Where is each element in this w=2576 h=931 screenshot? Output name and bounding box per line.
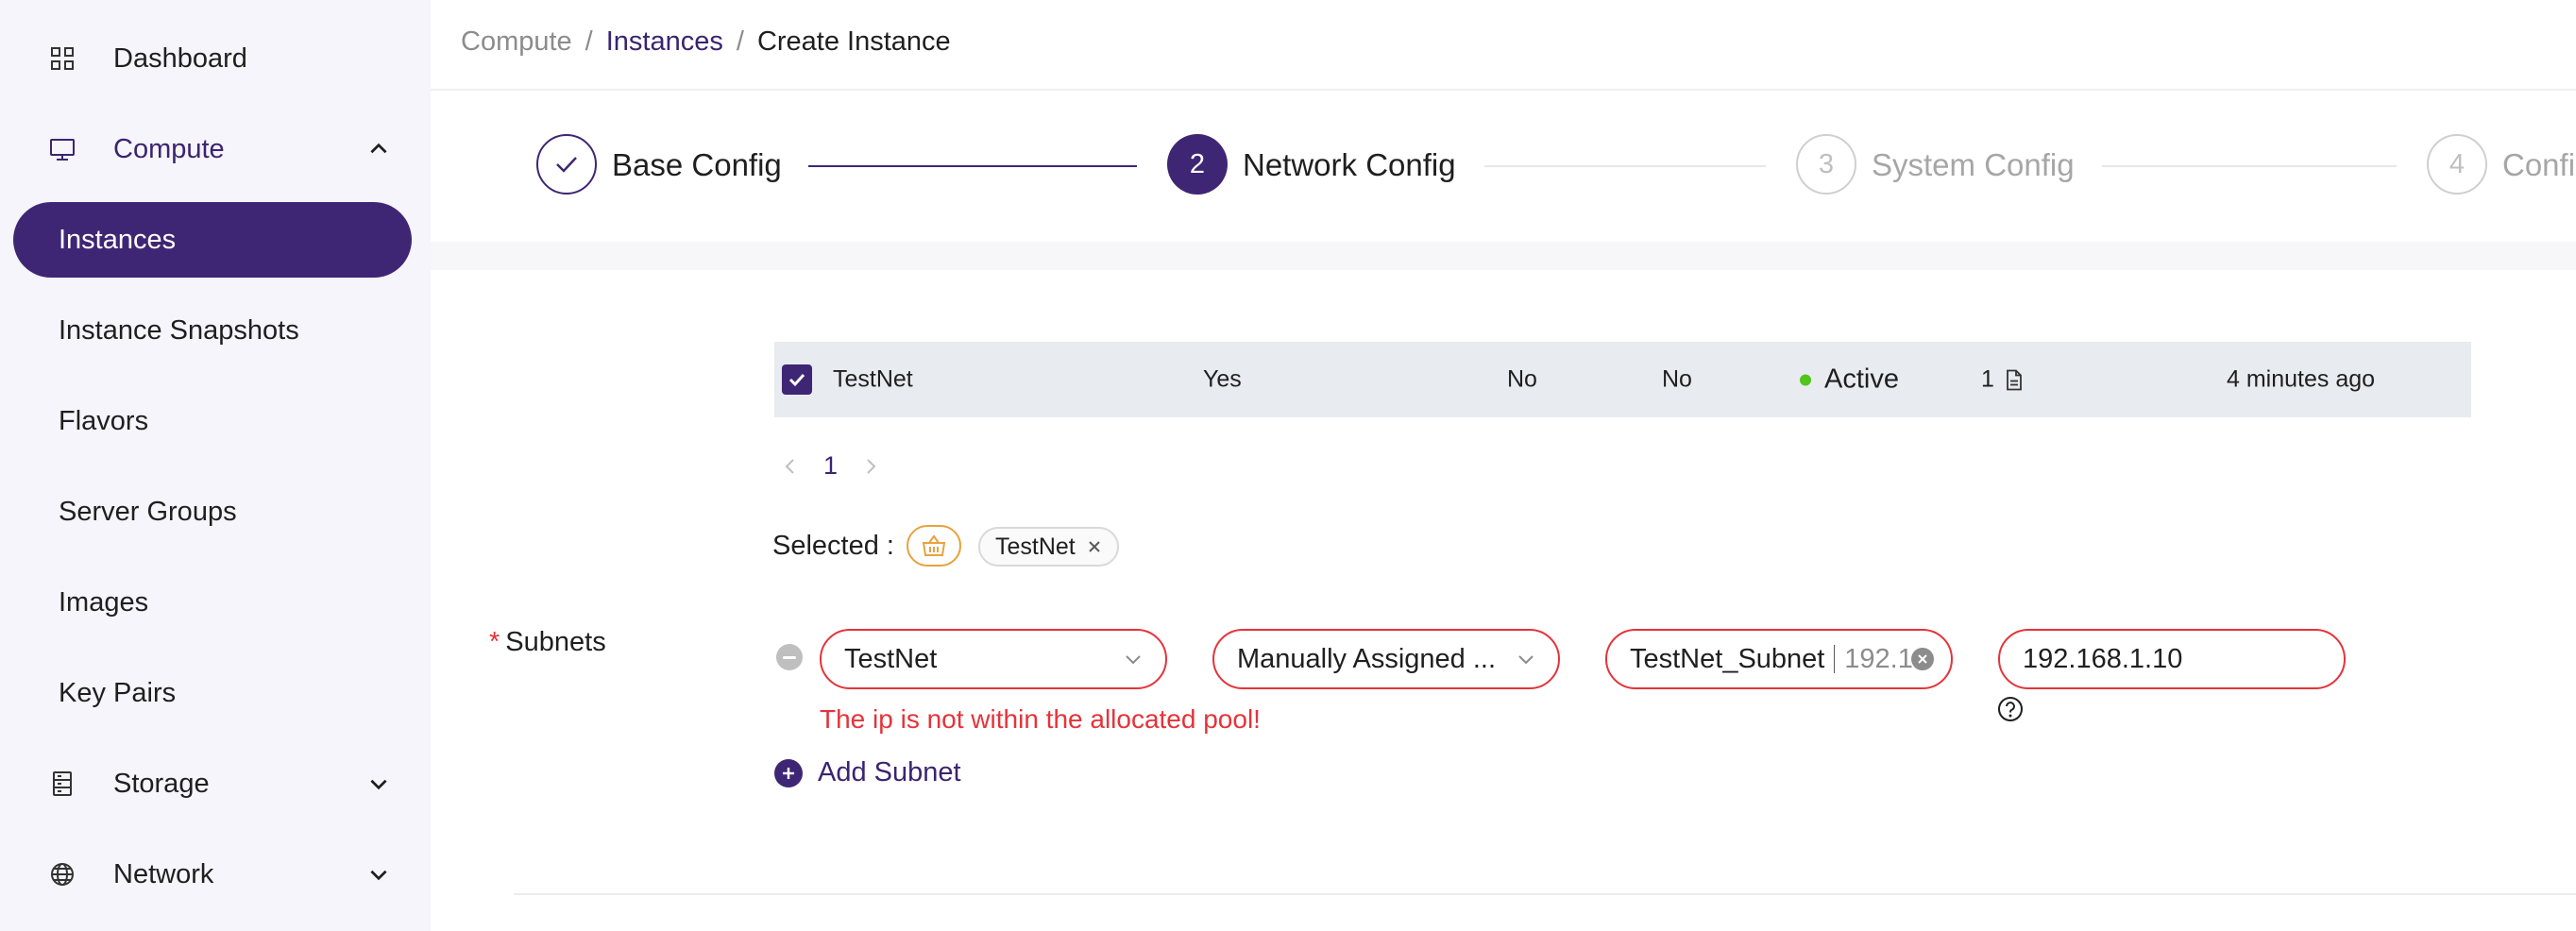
- ip-address-input[interactable]: 192.168.1.10: [1998, 629, 2346, 689]
- chevron-down-icon: [1518, 655, 1534, 665]
- sidebar-item-label: Storage: [113, 768, 210, 799]
- form-divider: [514, 893, 2576, 895]
- cell-created: 4 minutes ago: [2227, 365, 2376, 393]
- ip-address-value: 192.168.1.10: [2023, 643, 2183, 674]
- sidebar-item-label: Images: [59, 586, 149, 618]
- wizard-steps: Base Config 2 Network Config 3 System Co…: [431, 91, 2576, 242]
- sidebar-item-label: Flavors: [59, 405, 149, 436]
- file-icon: [2006, 369, 2022, 391]
- sidebar-item-label: Instances: [59, 224, 177, 255]
- selected-label: Selected :: [772, 531, 894, 561]
- step-title-system-config: System Config: [1872, 147, 2075, 182]
- dashboard-icon: [51, 47, 74, 70]
- step-done-check-icon: [536, 134, 597, 195]
- step-number-pending: 4: [2427, 134, 2487, 195]
- status-dot: [1800, 374, 1811, 386]
- sidebar-item-label: Server Groups: [59, 496, 237, 527]
- chevron-down-icon: [1126, 655, 1141, 665]
- sidebar-item-label: Compute: [113, 133, 225, 164]
- subnet-select-value: TestNet_Subnet: [1630, 643, 1825, 674]
- network-select-value: TestNet: [844, 643, 938, 674]
- breadcrumb-compute[interactable]: Compute: [461, 26, 572, 58]
- chevron-down-icon: [370, 870, 387, 881]
- chevron-up-icon: [370, 143, 387, 154]
- sidebar-item-instance-snapshots[interactable]: Instance Snapshots: [0, 293, 431, 368]
- selected-tag-label: TestNet: [995, 533, 1076, 560]
- breadcrumb-separator: /: [736, 26, 744, 57]
- step-title-base-config: Base Config: [612, 147, 782, 182]
- network-select[interactable]: TestNet: [820, 629, 1167, 689]
- status-text: Active: [1824, 364, 1899, 395]
- subnet-count: 1: [1981, 365, 1994, 393]
- page-number-current[interactable]: 1: [823, 451, 838, 481]
- value-divider: [1834, 645, 1836, 673]
- breadcrumb-current: Create Instance: [756, 26, 951, 57]
- sidebar-item-flavors[interactable]: Flavors: [0, 383, 431, 459]
- clear-icon[interactable]: [1911, 648, 1934, 670]
- pagination: 1: [782, 451, 879, 481]
- subnets-label: * Subnets: [489, 627, 606, 658]
- sidebar-item-dashboard[interactable]: Dashboard: [0, 21, 431, 96]
- ip-error-message: The ip is not within the allocated pool!: [820, 704, 1261, 734]
- sidebar-item-server-groups[interactable]: Server Groups: [0, 474, 431, 550]
- selected-tag: TestNet: [978, 527, 1119, 567]
- add-subnet-button[interactable]: Add Subnet: [774, 757, 961, 788]
- step-connector: [2102, 165, 2397, 167]
- sidebar-item-label: Instance Snapshots: [59, 314, 299, 346]
- sidebar-item-label: Dashboard: [113, 42, 247, 74]
- sidebar-item-label: Network: [113, 858, 214, 889]
- sidebar-item-images[interactable]: Images: [0, 565, 431, 640]
- cell-network-name: TestNet: [833, 365, 913, 393]
- row-checkbox[interactable]: [782, 364, 812, 395]
- subnets-label-text: Subnets: [505, 627, 606, 657]
- plus-icon: [774, 758, 803, 787]
- sidebar-item-storage[interactable]: Storage: [0, 746, 431, 821]
- add-subnet-label: Add Subnet: [818, 757, 961, 787]
- step-connector: [1484, 165, 1766, 167]
- globe-icon: [51, 863, 74, 886]
- status-badge: Active: [1800, 364, 1899, 396]
- sidebar-item-key-pairs[interactable]: Key Pairs: [0, 655, 431, 731]
- sidebar-item-network[interactable]: Network: [0, 837, 431, 912]
- breadcrumb: Compute / Instances / Create Instance: [461, 26, 951, 58]
- prev-page-icon[interactable]: [782, 456, 799, 477]
- section-separator: [431, 242, 2576, 270]
- subnet-select[interactable]: TestNet_Subnet 192.16: [1605, 629, 1953, 689]
- sidebar-item-compute[interactable]: Compute: [0, 111, 431, 187]
- step-connector: [808, 165, 1137, 167]
- breadcrumb-separator: /: [585, 26, 593, 57]
- ip-assign-select-value: Manually Assigned ...: [1237, 643, 1497, 674]
- required-mark: *: [489, 627, 500, 657]
- storage-icon: [53, 771, 72, 796]
- sidebar: Dashboard Compute Instances Instance Sna…: [0, 0, 431, 931]
- next-page-icon[interactable]: [862, 456, 879, 477]
- cell-external: No: [1507, 365, 1537, 393]
- sidebar-item-instances[interactable]: Instances: [13, 202, 412, 278]
- remove-subnet-button[interactable]: [776, 644, 803, 670]
- chevron-down-icon: [370, 779, 387, 790]
- step-title-network-config: Network Config: [1243, 147, 1456, 182]
- step-number-active: 2: [1167, 134, 1228, 195]
- cell-shared: Yes: [1203, 365, 1242, 393]
- step-title-confirm: Confi: [2502, 147, 2576, 182]
- sidebar-item-label: Key Pairs: [59, 677, 177, 708]
- help-icon[interactable]: [1997, 696, 2024, 722]
- table-row[interactable]: TestNet Yes No No Active 1 4 minutes ago: [774, 342, 2471, 417]
- monitor-icon: [50, 139, 75, 161]
- step-number-pending: 3: [1796, 134, 1856, 195]
- cell-subnet-count: 1: [1981, 366, 2024, 394]
- cell-port-security: No: [1662, 365, 1692, 393]
- ip-assign-select[interactable]: Manually Assigned ...: [1212, 629, 1560, 689]
- selected-basket-icon[interactable]: [907, 525, 961, 567]
- breadcrumb-instances[interactable]: Instances: [606, 26, 723, 58]
- close-icon[interactable]: [1087, 539, 1102, 554]
